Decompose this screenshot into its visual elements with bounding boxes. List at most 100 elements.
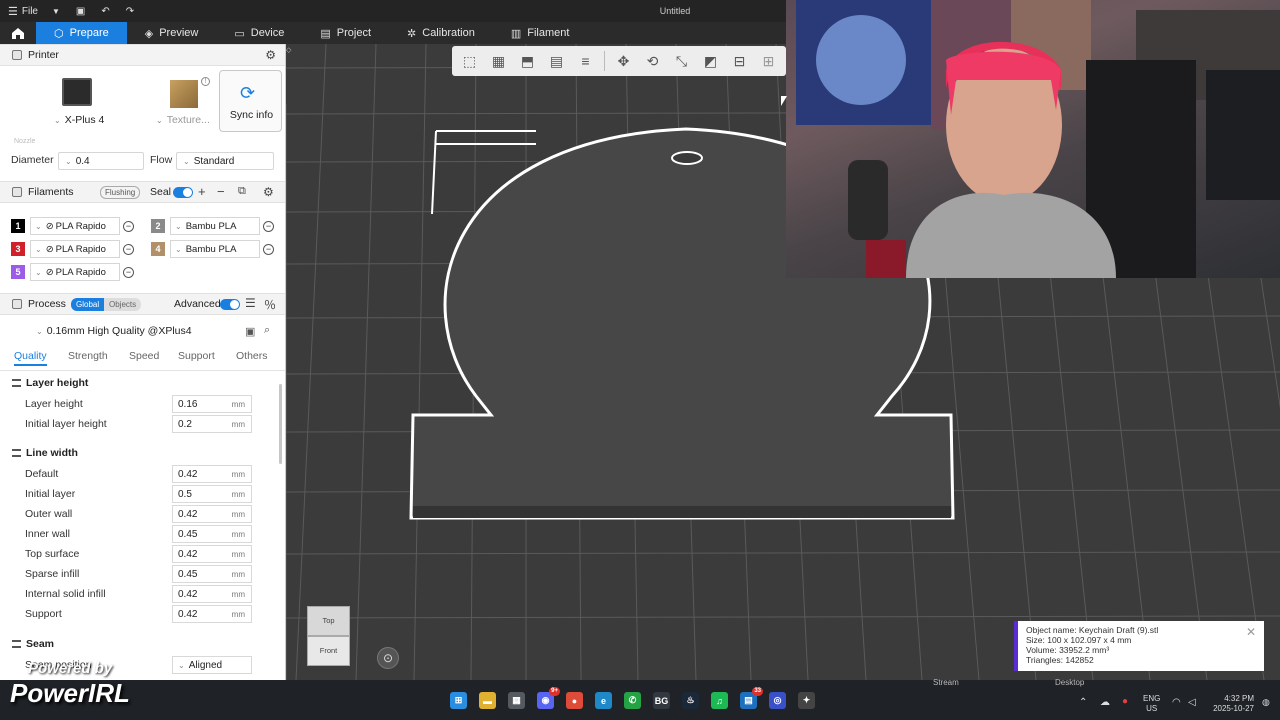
filament-5-select[interactable]: ⌄ ⊘ PLA Rapido	[30, 263, 120, 281]
line-width-inner-wall-input[interactable]: 0.45 mm	[172, 525, 252, 543]
add-filament-button[interactable]: +	[198, 184, 206, 199]
remove-filament-button[interactable]: −	[217, 184, 225, 199]
filament-4-select[interactable]: ⌄ Bambu PLA	[170, 240, 260, 258]
diameter-select[interactable]: ⌄ 0.4	[58, 152, 144, 170]
sync-info-button[interactable]: ⟳ Sync info	[219, 70, 282, 132]
save-button[interactable]: ▣	[68, 0, 93, 22]
remove-filament-1-button[interactable]: −	[123, 221, 134, 232]
chrome-icon[interactable]: ●	[566, 692, 583, 709]
plate-texture-thumbnail[interactable]	[170, 80, 198, 108]
edge-icon[interactable]: e	[595, 692, 612, 709]
chat-icon[interactable]: ▤ 33	[740, 687, 763, 709]
spotify-icon[interactable]: ♫	[711, 692, 728, 709]
filament-5-chip[interactable]: 5	[11, 265, 25, 279]
tab-strength[interactable]: Strength	[68, 350, 108, 362]
windows-start-icon[interactable]: ⊞	[450, 692, 467, 709]
line-width-outer-wall-input[interactable]: 0.42 mm	[172, 505, 252, 523]
process-profile-select[interactable]: ⌄ 0.16mm High Quality @XPlus4	[30, 322, 238, 340]
layer-height-input[interactable]: 0.16 mm	[172, 395, 252, 413]
filament-1-select[interactable]: ⌄ ⊘ PLA Rapido	[30, 217, 120, 235]
orca-slicer-icon[interactable]: ◎	[769, 692, 786, 709]
whatsapp-icon[interactable]: ✆	[624, 692, 641, 709]
line-width-initial-layer-input[interactable]: 0.5 mm	[172, 485, 252, 503]
remove-filament-5-button[interactable]: −	[123, 267, 134, 278]
file-explorer-icon[interactable]: ▬	[479, 692, 496, 709]
line-width-top-surface-input[interactable]: 0.42 mm	[172, 545, 252, 563]
wifi-icon[interactable]: ◠	[1172, 697, 1181, 708]
notification-icon[interactable]: ◍	[1262, 697, 1270, 708]
chevron-up-icon[interactable]: ⌃	[1079, 697, 1087, 708]
seal-toggle[interactable]	[173, 187, 193, 198]
remove-filament-2-button[interactable]: −	[263, 221, 274, 232]
compare-icon[interactable]: ％	[264, 296, 276, 313]
search-icon[interactable]: ⌕	[264, 324, 270, 337]
line-width-default-input[interactable]: 0.42 mm	[172, 465, 252, 483]
list-icon[interactable]: ☰	[245, 296, 256, 310]
volume-icon[interactable]: ◁	[1188, 697, 1196, 708]
initial-layer-height-input[interactable]: 0.2 mm	[172, 415, 252, 433]
tab-filament[interactable]: ▥ Filament	[493, 22, 588, 44]
discord-icon[interactable]: ◉ 9+	[537, 687, 560, 709]
language-indicator[interactable]: ENG US	[1143, 694, 1160, 714]
info-icon[interactable]: !	[201, 77, 210, 86]
store-icon[interactable]: ▦	[508, 692, 525, 709]
flow-select[interactable]: ⌄ Standard	[176, 152, 274, 170]
filament-3-select[interactable]: ⌄ ⊘ PLA Rapido	[30, 240, 120, 258]
tab-device[interactable]: ▭ Device	[216, 22, 302, 44]
file-menu[interactable]: ☰ File ▼	[0, 0, 68, 22]
rotate-tool[interactable]: ⟲	[639, 49, 666, 73]
remove-filament-3-button[interactable]: −	[123, 244, 134, 255]
clock[interactable]: 4:32 PM 2025-10-27	[1202, 694, 1254, 714]
gear-icon[interactable]: ⚙	[265, 48, 276, 62]
printer-thumbnail[interactable]	[62, 78, 92, 106]
app-icon[interactable]: ✦	[798, 692, 815, 709]
filament-1-chip[interactable]: 1	[11, 219, 25, 233]
remove-filament-4-button[interactable]: −	[263, 244, 274, 255]
steam-icon[interactable]: ♨	[682, 692, 699, 709]
tab-others[interactable]: Others	[236, 350, 268, 362]
move-tool[interactable]: ✥	[610, 49, 637, 73]
view-cube[interactable]: Top Front	[307, 606, 350, 668]
lay-on-face-tool[interactable]: ◩	[697, 49, 724, 73]
close-icon[interactable]: ✕	[1246, 626, 1256, 638]
tab-project[interactable]: ▤ Project	[302, 22, 389, 44]
tab-quality[interactable]: Quality	[14, 350, 47, 366]
filaments-section-header[interactable]: Filaments Flushing Seal + − ⧉ ⚙	[0, 181, 285, 203]
microphone-icon[interactable]: ●	[1122, 696, 1128, 707]
plate-layout-button[interactable]: ▤	[543, 49, 570, 73]
filament-2-chip[interactable]: 2	[151, 219, 165, 233]
tab-support[interactable]: Support	[178, 350, 215, 362]
cloud-icon[interactable]: ☁	[1100, 697, 1110, 708]
more-tools-button[interactable]: ⊞	[755, 49, 782, 73]
arrange-button[interactable]: ▦	[485, 49, 512, 73]
tab-calibration[interactable]: ✲ Calibration	[389, 22, 493, 44]
filament-4-chip[interactable]: 4	[151, 242, 165, 256]
add-object-button[interactable]: ⬚	[456, 49, 483, 73]
bg-app-icon[interactable]: BG	[653, 692, 670, 709]
process-section-header[interactable]: Process Global Objects Advanced ☰ ％	[0, 293, 285, 315]
printer-section-header[interactable]: Printer ⚙	[0, 44, 285, 66]
gear-icon[interactable]: ⚙	[263, 185, 274, 199]
seam-position-select[interactable]: ⌄ Aligned	[172, 656, 252, 674]
tab-speed[interactable]: Speed	[129, 350, 159, 362]
scale-tool[interactable]: ⤡	[668, 49, 695, 73]
view-cube-front[interactable]: Front	[307, 636, 350, 666]
tab-prepare[interactable]: ⬡ Prepare	[36, 22, 127, 44]
sidebar-scrollbar[interactable]	[279, 384, 282, 464]
flushing-button[interactable]: Flushing	[100, 186, 141, 199]
split-button[interactable]: ≡	[572, 49, 599, 73]
home-tab[interactable]	[0, 22, 36, 44]
orient-button[interactable]: ⬒	[514, 49, 541, 73]
plate-type-select[interactable]: ⌄ Texture...	[156, 114, 210, 126]
sync-ams-icon[interactable]: ⧉	[238, 185, 246, 198]
line-width-internal-solid-infill-input[interactable]: 0.42 mm	[172, 585, 252, 603]
advanced-toggle[interactable]	[220, 299, 240, 310]
printer-model-select[interactable]: ⌄ X-Plus 4	[54, 114, 104, 126]
save-preset-icon[interactable]: ▣	[245, 325, 255, 338]
line-width-sparse-infill-input[interactable]: 0.45 mm	[172, 565, 252, 583]
redo-button[interactable]: ↷	[118, 0, 142, 22]
view-cube-top[interactable]: Top	[307, 606, 350, 636]
collapse-sidebar-button[interactable]: ◇	[286, 46, 298, 56]
filament-3-chip[interactable]: 3	[11, 242, 25, 256]
objects-toggle[interactable]: Objects	[104, 298, 142, 311]
